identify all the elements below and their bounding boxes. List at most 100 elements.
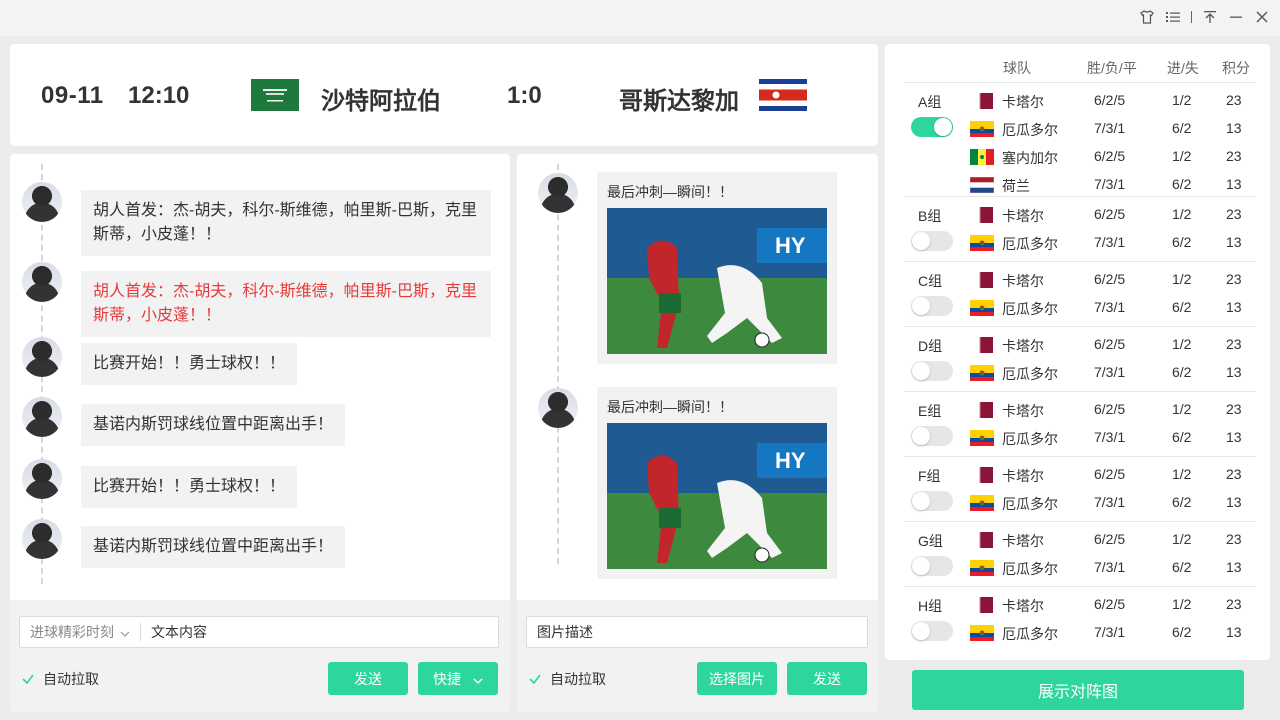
team-name: 卡塔尔 [1002, 468, 1044, 484]
image-description-value[interactable]: 图片描述 [527, 622, 603, 642]
send-button[interactable]: 发送 [787, 662, 867, 695]
image-description-input[interactable]: 图片描述 [526, 616, 868, 648]
timeline-line [557, 164, 559, 564]
team-name: 厄瓜多尔 [1002, 366, 1058, 382]
match-photo[interactable]: HY [607, 423, 827, 569]
team-name: 卡塔尔 [1002, 403, 1044, 419]
quick-button[interactable]: 快捷 [418, 662, 498, 695]
ecuador-flag-icon [970, 560, 994, 576]
choose-image-button[interactable]: 选择图片 [697, 662, 777, 695]
window-controls [1139, 9, 1270, 25]
table-row: 卡塔尔 6/2/5 1/2 23 [904, 528, 1256, 552]
qatar-flag-icon [975, 207, 993, 223]
table-row: 厄瓜多尔 7/3/1 6/2 13 [904, 621, 1256, 645]
svg-text:HY: HY [775, 448, 806, 473]
standings-group: E组 卡塔尔 6/2/5 1/2 23 厄瓜多尔 7/3/1 6/2 13 [904, 391, 1256, 447]
team-name: 卡塔尔 [1002, 598, 1044, 614]
avatar [22, 262, 62, 302]
table-row: 厄瓜多尔 7/3/1 6/2 13 [904, 231, 1256, 255]
feed-message-highlighted: 胡人首发：杰-胡夫，科尔-斯维德，帕里斯-巴斯，克里斯蒂，小皮蓬！！ [81, 271, 491, 337]
standings-group: A组 卡塔尔 6/2/5 1/2 23 厄瓜多尔 7/3/1 6/2 13 塞内加尔 6/2/5 1/… [904, 82, 1256, 194]
win-loss-draw: 6/2/5 [1094, 271, 1126, 287]
table-row: 厄瓜多尔 7/3/1 6/2 13 [904, 296, 1256, 320]
netherlands-flag-icon [969, 176, 995, 194]
win-loss-draw: 7/3/1 [1094, 364, 1126, 380]
goals-for-against: 1/2 [1172, 336, 1192, 352]
text-live-feed: 胡人首发：杰-胡夫，科尔-斯维德，帕里斯-巴斯，克里斯蒂，小皮蓬！！ 胡人首发：… [10, 154, 510, 712]
table-row: 卡塔尔 6/2/5 1/2 23 [904, 89, 1256, 113]
match-header: 09-11 12:10 沙特阿拉伯 1:0 哥斯达黎加 [10, 44, 878, 146]
away-team-name: 哥斯达黎加 [619, 88, 739, 115]
quick-button-label: 快捷 [433, 670, 461, 687]
win-loss-draw: 7/3/1 [1094, 429, 1126, 445]
costa-rica-flag-icon [759, 79, 807, 111]
text-input-value[interactable]: 文本内容 [141, 622, 217, 642]
send-button[interactable]: 发送 [328, 662, 408, 695]
match-photo[interactable]: HY [607, 208, 827, 354]
ecuador-flag-icon [970, 430, 994, 446]
shirt-icon[interactable] [1139, 9, 1155, 25]
avatar [538, 388, 578, 428]
goals-for-against: 1/2 [1172, 466, 1192, 482]
match-date: 09-11 [41, 82, 104, 109]
table-row: 卡塔尔 6/2/5 1/2 23 [904, 593, 1256, 617]
points: 13 [1226, 176, 1242, 192]
goals-for-against: 1/2 [1172, 92, 1192, 108]
checkbox-checked-icon[interactable] [528, 672, 542, 686]
goals-for-against: 1/2 [1172, 148, 1192, 164]
win-loss-draw: 7/3/1 [1094, 494, 1126, 510]
show-lineup-button[interactable]: 展示对阵图 [912, 670, 1244, 710]
auto-fetch-label: 自动拉取 [43, 671, 99, 687]
standings-group: F组 卡塔尔 6/2/5 1/2 23 厄瓜多尔 7/3/1 6/2 13 [904, 456, 1256, 512]
goals-for-against: 6/2 [1172, 234, 1192, 250]
win-loss-draw: 7/3/1 [1094, 120, 1126, 136]
ecuador-flag-icon [970, 121, 994, 137]
group-standings: 球队 胜/负/平 进/失 积分 A组 卡塔尔 6/2/5 1/2 23 厄瓜多尔 7/3/1… [885, 44, 1270, 660]
win-loss-draw: 7/3/1 [1094, 299, 1126, 315]
auto-fetch-label: 自动拉取 [550, 671, 606, 687]
win-loss-draw: 6/2/5 [1094, 531, 1126, 547]
text-compose-area: 进球精彩时刻 文本内容 自动拉取 发送 快捷 [10, 600, 510, 712]
team-name: 卡塔尔 [1002, 94, 1044, 110]
category-select[interactable]: 进球精彩时刻 [20, 623, 141, 641]
close-icon[interactable] [1254, 9, 1270, 25]
pin-top-icon[interactable] [1202, 9, 1218, 25]
win-loss-draw: 6/2/5 [1094, 466, 1126, 482]
standings-group: G组 卡塔尔 6/2/5 1/2 23 厄瓜多尔 7/3/1 6/2 13 [904, 521, 1256, 577]
category-select-value: 进球精彩时刻 [30, 624, 114, 640]
text-message-input[interactable]: 进球精彩时刻 文本内容 [19, 616, 499, 648]
team-name: 卡塔尔 [1002, 533, 1044, 549]
minimize-icon[interactable] [1228, 9, 1244, 25]
points: 23 [1226, 466, 1242, 482]
win-loss-draw: 6/2/5 [1094, 148, 1126, 164]
feed-message: 比赛开始！！勇士球权！！ [81, 343, 298, 385]
ecuador-flag-icon [970, 495, 994, 511]
table-row: 卡塔尔 6/2/5 1/2 23 [904, 268, 1256, 292]
team-name: 卡塔尔 [1002, 208, 1044, 224]
goals-for-against: 1/2 [1172, 401, 1192, 417]
auto-fetch-checkbox[interactable]: 自动拉取 [528, 669, 606, 689]
feed-message: 胡人首发：杰-胡夫，科尔-斯维德，帕里斯-巴斯，克里斯蒂，小皮蓬！！ [81, 190, 491, 256]
team-name: 厄瓜多尔 [1002, 496, 1058, 512]
goals-for-against: 1/2 [1172, 531, 1192, 547]
column-header-points: 积分 [1222, 60, 1250, 76]
win-loss-draw: 7/3/1 [1094, 176, 1126, 192]
points: 23 [1226, 271, 1242, 287]
avatar [538, 173, 578, 213]
points: 13 [1226, 234, 1242, 250]
win-loss-draw: 7/3/1 [1094, 624, 1126, 640]
points: 13 [1226, 429, 1242, 445]
goals-for-against: 6/2 [1172, 176, 1192, 192]
checkbox-checked-icon[interactable] [21, 672, 35, 686]
qatar-flag-icon [975, 337, 993, 353]
title-bar [0, 0, 1280, 36]
team-name: 卡塔尔 [1002, 273, 1044, 289]
table-row: 荷兰 7/3/1 6/2 13 [904, 173, 1256, 197]
goals-for-against: 1/2 [1172, 271, 1192, 287]
list-icon[interactable] [1165, 9, 1181, 25]
table-row: 卡塔尔 6/2/5 1/2 23 [904, 398, 1256, 422]
match-score: 1:0 [507, 82, 542, 109]
standings-group: B组 卡塔尔 6/2/5 1/2 23 厄瓜多尔 7/3/1 6/2 13 [904, 196, 1256, 252]
goals-for-against: 6/2 [1172, 559, 1192, 575]
auto-fetch-checkbox[interactable]: 自动拉取 [21, 669, 99, 689]
